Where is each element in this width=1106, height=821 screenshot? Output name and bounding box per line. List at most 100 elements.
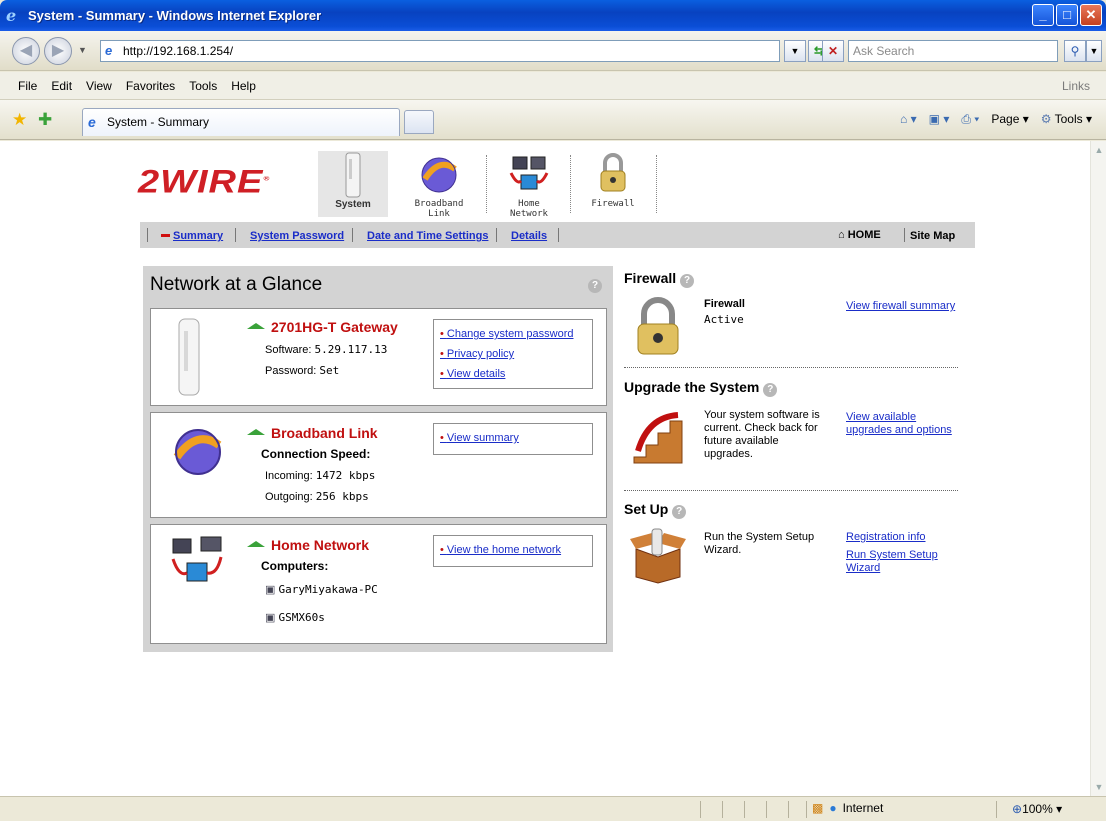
tab-broadband-label-2: Link — [428, 209, 450, 219]
print-icon[interactable]: ⎙ ▾ — [961, 112, 979, 127]
gateway-card: 2701HG-T Gateway Software: 5.29.117.13 P… — [150, 308, 607, 406]
scroll-down-icon[interactable]: ▼ — [1092, 780, 1106, 794]
page-menu[interactable]: Page ▾ — [991, 112, 1028, 127]
gateway-links: Change system password Privacy policy Vi… — [433, 319, 593, 389]
recent-pages-dropdown-icon[interactable]: ▼ — [78, 45, 87, 55]
software-line: Software: 5.29.117.13 — [265, 343, 388, 356]
tab-firewall[interactable]: Firewall — [578, 151, 648, 217]
subnav-date-time[interactable]: Date and Time Settings — [367, 230, 488, 242]
run-setup-wizard-link[interactable]: Run System Setup Wizard — [846, 549, 956, 575]
links-toolbar[interactable]: Links — [1062, 79, 1090, 93]
globe-icon — [173, 429, 222, 475]
help-icon[interactable]: ? — [763, 383, 778, 397]
computer-item: ▣ GSMX60s — [265, 611, 325, 624]
menu-help[interactable]: Help — [231, 79, 256, 93]
tab-divider — [486, 155, 487, 213]
computers-label: Computers: — [261, 559, 329, 573]
subnav-summary[interactable]: Summary — [173, 230, 223, 242]
stop-icon[interactable]: ✕ — [822, 40, 844, 62]
home-network-card: Home Network Computers: ▣ GaryMiyakawa-P… — [150, 524, 607, 644]
menu-view[interactable]: View — [86, 79, 112, 93]
search-options-icon[interactable]: ▼ — [1086, 40, 1102, 62]
connection-speed-label: Connection Speed: — [261, 447, 371, 461]
subnav-details[interactable]: Details — [511, 230, 547, 242]
view-upgrades-link[interactable]: View available upgrades and options — [846, 411, 956, 437]
search-icon[interactable]: ⚲ — [1064, 40, 1086, 62]
setup-text: Run the System Setup Wizard. — [704, 531, 815, 556]
forward-button[interactable]: ▶ — [44, 37, 72, 65]
page-icon: e — [105, 43, 113, 58]
subnav-divider — [496, 228, 497, 242]
change-password-link[interactable]: Change system password — [440, 324, 586, 344]
tab-system[interactable]: System — [318, 151, 388, 217]
setup-box-icon — [630, 528, 686, 584]
window-title-bar[interactable]: e System - Summary - Windows Internet Ex… — [0, 0, 1106, 31]
close-button[interactable]: ✕ — [1080, 4, 1102, 26]
back-button[interactable]: ◀ — [12, 37, 40, 65]
menu-favorites[interactable]: Favorites — [126, 79, 175, 93]
menu-tools[interactable]: Tools — [189, 79, 217, 93]
gateway-device-icon — [178, 318, 200, 396]
upgrade-heading: Upgrade the System ? — [624, 379, 958, 397]
tab-system-summary[interactable]: e System - Summary — [82, 108, 400, 136]
tab-system-label: System — [335, 199, 371, 210]
status-divider — [996, 801, 997, 818]
vertical-scrollbar[interactable]: ▲ ▼ — [1090, 141, 1106, 796]
firewall-heading: Firewall ? — [624, 270, 958, 288]
view-firewall-summary-link[interactable]: View firewall summary — [846, 300, 956, 313]
subnav-system-password[interactable]: System Password — [250, 230, 344, 242]
tab-broadband-link[interactable]: Broadband Link — [404, 151, 474, 219]
home-network-title: Home Network — [247, 537, 369, 553]
tab-title: System - Summary — [107, 115, 210, 129]
password-line: Password: Set — [265, 364, 340, 377]
computers-icon — [171, 536, 223, 582]
page-menu-label: Page — [991, 112, 1020, 126]
menu-edit[interactable]: Edit — [51, 79, 72, 93]
zone-label: Internet — [842, 801, 884, 815]
tools-menu[interactable]: ⚙ Tools ▾ — [1041, 112, 1092, 127]
subnav-bar: Summary System Password Date and Time Se… — [140, 222, 975, 248]
help-icon[interactable]: ? — [680, 274, 695, 288]
scroll-up-icon[interactable]: ▲ — [1092, 143, 1106, 157]
subnav-divider — [147, 228, 148, 242]
protected-mode-icon: ▩ — [812, 801, 824, 815]
favorites-center-icon[interactable]: ★ — [12, 110, 27, 130]
zoom-icon: ⊕ — [1012, 802, 1023, 816]
network-at-a-glance-panel: Network at a Glance ? 2701HG-T Gateway S… — [143, 266, 613, 652]
search-input[interactable]: Ask Search — [848, 40, 1058, 62]
padlock-icon — [637, 297, 679, 355]
firewall-status-label: Firewall — [704, 298, 745, 310]
registration-info-link[interactable]: Registration info — [846, 531, 956, 544]
home-icon[interactable]: ⌂ ▾ — [900, 112, 917, 127]
view-home-network-link[interactable]: View the home network — [440, 540, 586, 560]
status-divider — [744, 801, 745, 818]
setup-heading: Set Up ? — [624, 501, 958, 519]
computer-icon: ▣ — [265, 612, 276, 624]
glance-title: Network at a Glance — [150, 274, 323, 295]
tab-home-network[interactable]: Home Network — [494, 151, 564, 219]
minimize-button[interactable]: _ — [1032, 4, 1054, 26]
menu-file[interactable]: File — [18, 79, 37, 93]
maximize-button[interactable]: □ — [1056, 4, 1078, 26]
view-details-link[interactable]: View details — [440, 364, 586, 384]
zoom-control[interactable]: ⊕100% ▾ — [1012, 802, 1062, 816]
zoom-level: 100% — [1022, 802, 1053, 816]
page-content: 2WIRE® System Broadband Link Home Networ… — [0, 141, 1090, 796]
computers-icon — [494, 151, 564, 199]
site-map-link[interactable]: Site Map — [910, 230, 955, 242]
help-icon[interactable]: ? — [588, 279, 602, 293]
home-link[interactable]: ⌂ HOME — [838, 229, 881, 241]
tab-page-icon: e — [88, 114, 96, 130]
add-favorites-icon[interactable]: ✚ — [38, 110, 52, 130]
feeds-icon[interactable]: ▣ ▾ — [929, 112, 950, 127]
new-tab-button[interactable] — [404, 110, 434, 134]
tab-broadband-label-1: Broadband — [414, 199, 464, 209]
help-icon[interactable]: ? — [672, 505, 687, 519]
security-zone[interactable]: ▩ ● Internet — [812, 801, 883, 815]
view-summary-link[interactable]: View summary — [440, 428, 586, 448]
address-dropdown-icon[interactable]: ▼ — [784, 40, 806, 62]
privacy-policy-link[interactable]: Privacy policy — [440, 344, 586, 364]
section-divider — [624, 490, 958, 491]
address-input[interactable]: e http://192.168.1.254/ — [100, 40, 780, 62]
subnav-divider — [904, 228, 905, 242]
